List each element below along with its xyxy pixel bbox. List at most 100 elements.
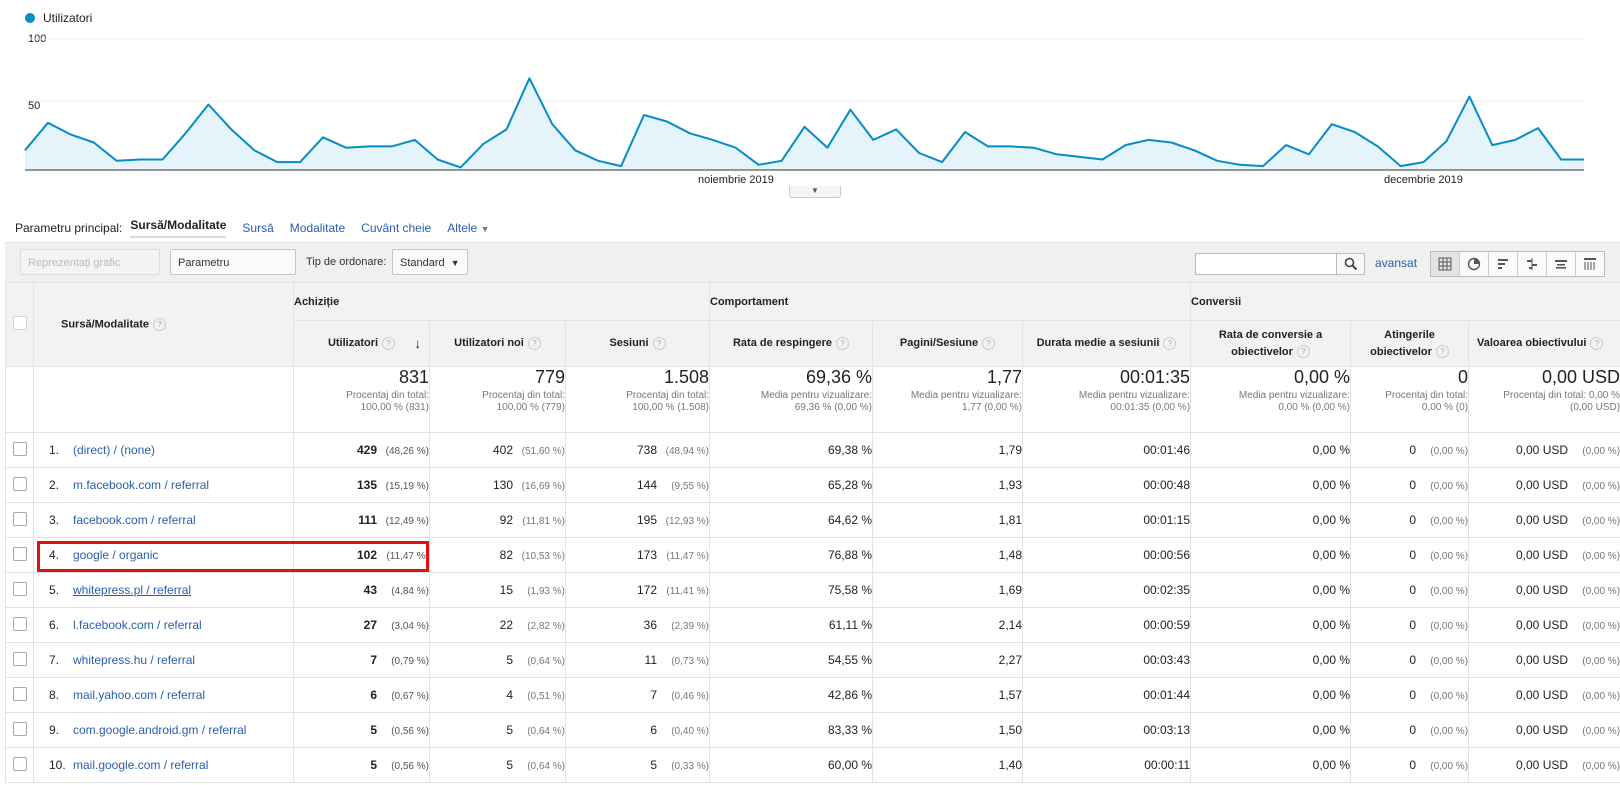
data-point-31[interactable] bbox=[732, 144, 740, 152]
source-medium-link[interactable]: l.facebook.com / referral bbox=[73, 618, 202, 632]
advanced-filter-link[interactable]: avansat bbox=[1375, 256, 1417, 270]
row-checkbox[interactable] bbox=[12, 511, 27, 526]
help-icon[interactable]: ? bbox=[1296, 345, 1310, 359]
col-header-pages-per-session[interactable]: Pagini/Sesiune? bbox=[872, 320, 1024, 367]
data-point-21[interactable] bbox=[503, 125, 511, 133]
plot-rows-button[interactable]: Reprezentați grafic rândurile bbox=[20, 249, 160, 295]
table-row[interactable]: 2. m.facebook.com / referral 135 (15,19 %) 1… bbox=[5, 467, 1620, 503]
col-header-goal-completions[interactable]: Atingerile obiectivelor? bbox=[1350, 320, 1470, 367]
view-term-cloud-button[interactable] bbox=[1547, 252, 1576, 276]
data-point-1[interactable] bbox=[44, 119, 52, 127]
dimension-other[interactable]: Altele ▼ bbox=[447, 221, 489, 235]
select-all-checkbox[interactable] bbox=[12, 316, 27, 330]
data-point-67[interactable] bbox=[1557, 156, 1565, 164]
data-point-29[interactable] bbox=[686, 129, 694, 137]
data-point-38[interactable] bbox=[892, 125, 900, 133]
data-point-16[interactable] bbox=[388, 142, 396, 150]
data-point-37[interactable] bbox=[869, 136, 877, 144]
data-point-56[interactable] bbox=[1305, 150, 1313, 158]
data-point-41[interactable] bbox=[961, 128, 969, 136]
view-table-button[interactable] bbox=[1431, 252, 1460, 276]
data-point-4[interactable] bbox=[113, 157, 121, 165]
data-point-13[interactable] bbox=[319, 133, 327, 141]
col-header-goal-value[interactable]: Valoarea obiectivului? bbox=[1468, 320, 1620, 367]
help-icon[interactable]: ? bbox=[1163, 336, 1177, 350]
secondary-dimension-dropdown[interactable]: Parametru secundar▼ bbox=[170, 249, 296, 295]
data-point-35[interactable] bbox=[823, 144, 831, 152]
data-point-22[interactable] bbox=[525, 74, 533, 82]
row-checkbox[interactable] bbox=[12, 686, 27, 701]
data-point-28[interactable] bbox=[663, 118, 671, 126]
data-point-51[interactable] bbox=[1190, 146, 1198, 154]
data-point-49[interactable] bbox=[1144, 136, 1152, 144]
data-point-64[interactable] bbox=[1488, 141, 1496, 149]
source-medium-link[interactable]: mail.yahoo.com / referral bbox=[73, 688, 205, 702]
row-checkbox[interactable] bbox=[12, 581, 27, 596]
table-row[interactable]: 3. facebook.com / referral 111 (12,49 %) 92 (… bbox=[5, 502, 1620, 538]
help-icon[interactable]: ? bbox=[652, 336, 666, 350]
col-header-users[interactable]: Utilizatori? ↓ bbox=[293, 320, 430, 367]
data-point-9[interactable] bbox=[227, 125, 235, 133]
table-row[interactable]: 6. l.facebook.com / referral 27 (3,04 %) 22 (… bbox=[5, 607, 1620, 643]
source-medium-link[interactable]: mail.google.com / referral bbox=[73, 758, 208, 772]
help-icon[interactable]: ? bbox=[382, 336, 396, 350]
col-header-goal-conversion-rate[interactable]: Rata de conversie a obiectivelor? bbox=[1190, 320, 1352, 367]
data-point-11[interactable] bbox=[273, 158, 281, 166]
data-point-42[interactable] bbox=[984, 142, 992, 150]
dimension-source[interactable]: Sursă bbox=[242, 221, 273, 235]
data-point-59[interactable] bbox=[1374, 142, 1382, 150]
source-medium-link[interactable]: com.google.android.gm / referral bbox=[73, 723, 246, 737]
data-point-0[interactable] bbox=[21, 146, 29, 154]
data-point-18[interactable] bbox=[434, 156, 442, 164]
data-point-58[interactable] bbox=[1351, 128, 1359, 136]
view-comparison-button[interactable] bbox=[1518, 252, 1547, 276]
help-icon[interactable]: ? bbox=[153, 318, 167, 331]
data-point-15[interactable] bbox=[365, 142, 373, 150]
data-point-39[interactable] bbox=[915, 149, 923, 157]
data-point-20[interactable] bbox=[480, 140, 488, 148]
data-point-66[interactable] bbox=[1534, 124, 1542, 132]
data-point-63[interactable] bbox=[1465, 93, 1473, 101]
data-point-14[interactable] bbox=[342, 144, 350, 152]
data-point-33[interactable] bbox=[778, 157, 786, 165]
col-header-avg-session-duration[interactable]: Durata medie a sesiunii? bbox=[1022, 320, 1192, 367]
data-point-30[interactable] bbox=[709, 136, 717, 144]
help-icon[interactable]: ? bbox=[1590, 336, 1604, 350]
table-row[interactable]: 1. (direct) / (none) 429 (48,26 %) 402 (51,60… bbox=[5, 432, 1620, 468]
data-point-48[interactable] bbox=[1122, 141, 1130, 149]
row-checkbox[interactable] bbox=[12, 616, 27, 631]
data-point-46[interactable] bbox=[1076, 153, 1084, 161]
row-checkbox[interactable] bbox=[12, 476, 27, 491]
help-icon[interactable]: ? bbox=[836, 336, 850, 350]
data-point-10[interactable] bbox=[250, 146, 258, 154]
source-medium-link[interactable]: m.facebook.com / referral bbox=[73, 478, 209, 492]
source-medium-link[interactable]: whitepress.pl / referral bbox=[73, 583, 191, 597]
source-medium-link[interactable]: facebook.com / referral bbox=[73, 513, 196, 527]
data-point-8[interactable] bbox=[204, 101, 212, 109]
data-point-23[interactable] bbox=[548, 120, 556, 128]
dimension-keyword[interactable]: Cuvânt cheie bbox=[361, 221, 431, 235]
source-medium-link[interactable]: (direct) / (none) bbox=[73, 443, 155, 457]
data-point-3[interactable] bbox=[90, 139, 98, 147]
row-checkbox[interactable] bbox=[12, 441, 27, 456]
row-checkbox[interactable] bbox=[12, 546, 27, 561]
view-pivot-button[interactable] bbox=[1576, 252, 1604, 276]
table-row[interactable]: 7. whitepress.hu / referral 7 (0,79 %) 5 (0,6… bbox=[5, 642, 1620, 678]
data-point-40[interactable] bbox=[938, 158, 946, 166]
table-row[interactable]: 9. com.google.android.gm / referral 5 (0,56… bbox=[5, 712, 1620, 748]
row-checkbox[interactable] bbox=[12, 721, 27, 736]
col-header-bounce-rate[interactable]: Rata de respingere? bbox=[709, 320, 874, 367]
table-row[interactable]: 5. whitepress.pl / referral 43 (4,84 %) 15 (1… bbox=[5, 572, 1620, 608]
data-point-27[interactable] bbox=[640, 111, 648, 119]
data-point-52[interactable] bbox=[1213, 157, 1221, 165]
table-row[interactable]: 10. mail.google.com / referral 5 (0,56 %) 5 (… bbox=[5, 747, 1620, 783]
dimension-medium[interactable]: Modalitate bbox=[290, 221, 345, 235]
view-performance-button[interactable] bbox=[1489, 252, 1518, 276]
help-icon[interactable]: ? bbox=[982, 336, 996, 350]
data-point-26[interactable] bbox=[617, 162, 625, 170]
data-point-6[interactable] bbox=[159, 156, 167, 164]
data-point-50[interactable] bbox=[1167, 139, 1175, 147]
source-medium-link[interactable]: whitepress.hu / referral bbox=[73, 653, 195, 667]
data-point-24[interactable] bbox=[571, 146, 579, 154]
data-point-17[interactable] bbox=[411, 136, 419, 144]
